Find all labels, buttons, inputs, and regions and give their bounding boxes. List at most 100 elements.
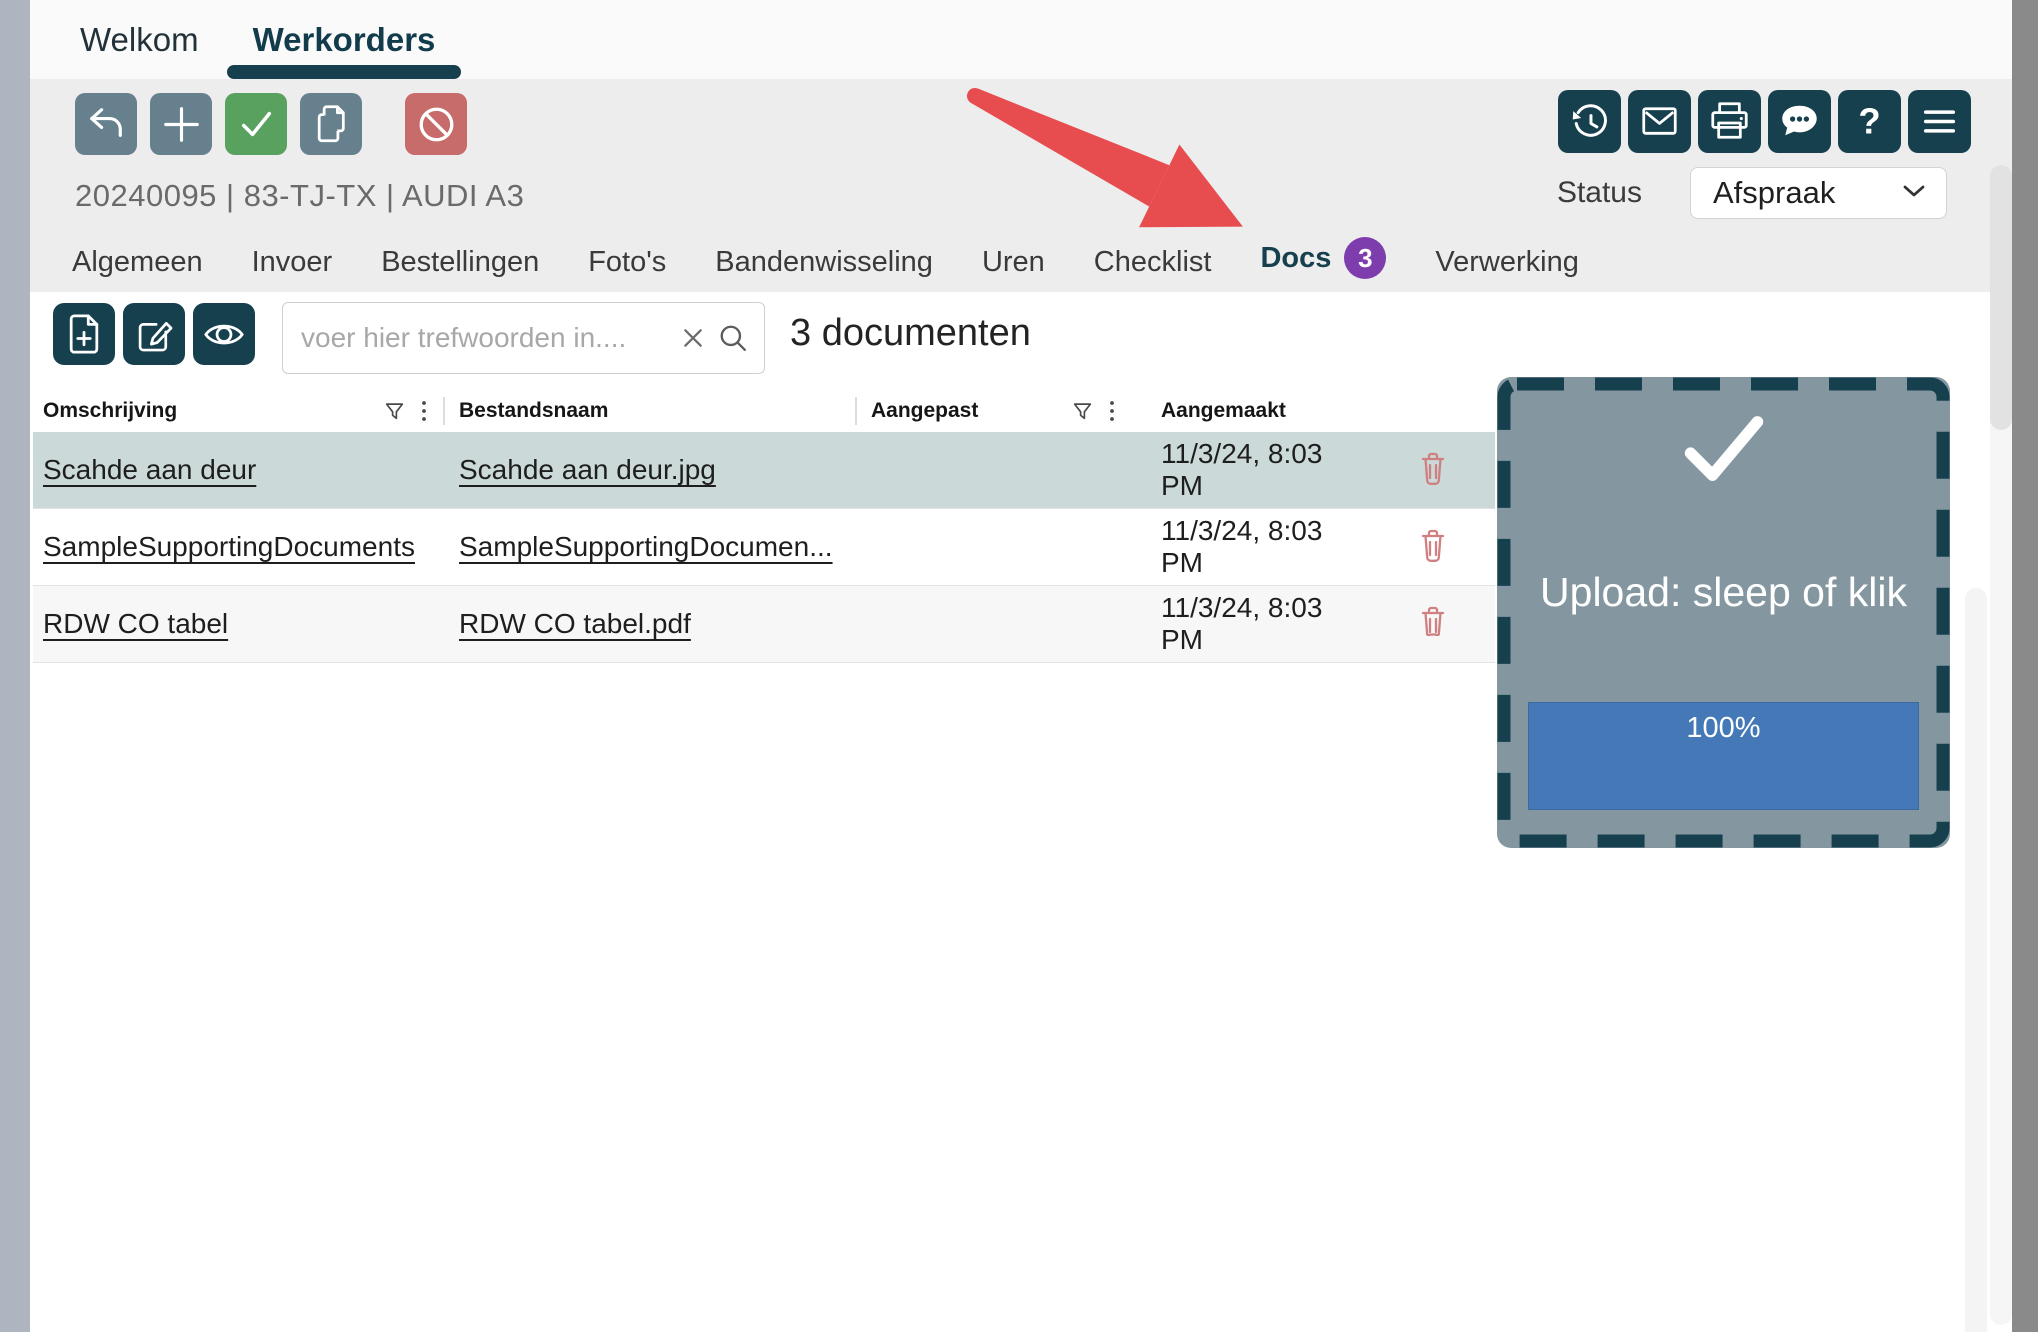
workorder-tab-bar: Algemeen Invoer Bestellingen Foto's Band… — [72, 237, 1579, 279]
menu-button[interactable] — [1908, 90, 1971, 153]
document-file-link[interactable]: RDW CO tabel.pdf — [459, 608, 691, 639]
undo-button[interactable] — [75, 93, 137, 155]
window-tab-welkom[interactable]: Welkom — [78, 21, 201, 59]
status-dropdown[interactable]: Afspraak — [1690, 167, 1947, 219]
status-value: Afspraak — [1713, 175, 1902, 211]
window-tab-label: Welkom — [80, 21, 199, 58]
filter-icon[interactable] — [1072, 401, 1093, 422]
document-file-link[interactable]: Scahde aan deur.jpg — [459, 454, 716, 485]
window-tab-bar: Welkom Werkorders — [30, 0, 2012, 79]
document-file-link[interactable]: SampleSupportingDocumen... — [459, 531, 833, 562]
desktop-right-edge — [2012, 0, 2038, 1332]
tab-checklist[interactable]: Checklist — [1094, 246, 1212, 279]
table-header-row: Omschrijving Bestandsnaam Aangepast — [33, 390, 1495, 432]
tab-label: Bestellingen — [381, 246, 539, 279]
status-label: Status — [1557, 176, 1642, 210]
tab-verwerking[interactable]: Verwerking — [1435, 246, 1578, 279]
upload-dropzone[interactable]: Upload: sleep of klik 100% — [1497, 377, 1950, 848]
upload-progress-value: 100% — [1529, 712, 1918, 745]
mail-button[interactable] — [1628, 90, 1691, 153]
status-row: Status Afspraak — [1557, 167, 1947, 219]
trash-icon — [1416, 630, 1450, 645]
tab-uren[interactable]: Uren — [982, 246, 1045, 279]
active-tab-underline — [227, 65, 462, 79]
copy-icon — [300, 93, 363, 156]
table-row[interactable]: Scahde aan deur Scahde aan deur.jpg 11/3… — [33, 432, 1495, 509]
history-button[interactable] — [1558, 90, 1621, 153]
docs-panel: 3 documenten Omschrijving Bestandsnaam A… — [30, 292, 2012, 1332]
window-tab-werkorders[interactable]: Werkorders — [251, 21, 438, 59]
search-icon[interactable] — [718, 323, 748, 353]
column-header-aangepast[interactable]: Aangepast — [855, 390, 1131, 432]
confirm-check-icon — [225, 93, 288, 156]
trash-icon — [1416, 553, 1450, 568]
tab-fotos[interactable]: Foto's — [588, 246, 666, 279]
edit-document-button[interactable] — [123, 303, 185, 365]
content-scrollbar[interactable] — [1965, 588, 1987, 1332]
confirm-button[interactable] — [225, 93, 287, 155]
tab-label: Invoer — [252, 246, 333, 279]
delete-document-button[interactable] — [1412, 446, 1454, 495]
trash-icon — [1416, 476, 1450, 491]
delete-document-button[interactable] — [1412, 523, 1454, 572]
column-header-omschrijving[interactable]: Omschrijving — [33, 390, 443, 432]
print-icon — [1698, 90, 1761, 153]
chat-icon — [1768, 90, 1831, 153]
chat-button[interactable] — [1768, 90, 1831, 153]
search-input[interactable] — [301, 322, 668, 354]
edit-icon — [123, 303, 185, 365]
table-row[interactable]: SampleSupportingDocuments SampleSupporti… — [33, 509, 1495, 586]
view-document-button[interactable] — [193, 303, 255, 365]
copy-button[interactable] — [300, 93, 362, 155]
desktop-left-edge — [0, 0, 30, 1332]
tab-label: Docs — [1260, 242, 1331, 275]
tab-bandenwisseling[interactable]: Bandenwisseling — [715, 246, 933, 279]
document-description-link[interactable]: RDW CO tabel — [43, 608, 228, 639]
help-button[interactable]: ? — [1838, 90, 1901, 153]
upload-label: Upload: sleep of klik — [1497, 569, 1950, 616]
column-menu-icon[interactable] — [421, 400, 427, 422]
tab-bestellingen[interactable]: Bestellingen — [381, 246, 539, 279]
document-description-link[interactable]: Scahde aan deur — [43, 454, 256, 485]
cancel-button[interactable] — [405, 93, 467, 155]
undo-icon — [75, 93, 138, 156]
chevron-down-icon — [1902, 184, 1926, 203]
new-document-button[interactable] — [53, 303, 115, 365]
cancel-icon — [405, 93, 468, 156]
tab-label: Checklist — [1094, 246, 1212, 279]
documents-table: Omschrijving Bestandsnaam Aangepast — [33, 390, 1495, 663]
add-button[interactable] — [150, 93, 212, 155]
filter-icon[interactable] — [384, 401, 405, 422]
docs-count-badge: 3 — [1344, 237, 1386, 279]
upload-success-check-icon — [1678, 409, 1770, 494]
column-menu-icon[interactable] — [1109, 400, 1115, 422]
workorder-toolbar — [75, 93, 467, 155]
delete-document-button[interactable] — [1412, 600, 1454, 649]
document-description-link[interactable]: SampleSupportingDocuments — [43, 531, 415, 562]
table-row[interactable]: RDW CO tabel RDW CO tabel.pdf 11/3/24, 8… — [33, 586, 1495, 663]
column-label: Aangemaakt — [1161, 399, 1286, 423]
clear-search-icon[interactable] — [682, 327, 704, 349]
docs-action-toolbar — [53, 303, 255, 365]
column-label: Aangepast — [871, 399, 978, 423]
add-icon — [150, 93, 213, 156]
mail-icon — [1628, 90, 1691, 153]
print-button[interactable] — [1698, 90, 1761, 153]
help-icon: ? — [1838, 90, 1901, 153]
history-icon — [1558, 90, 1621, 153]
docs-search-box — [282, 302, 765, 374]
tab-invoer[interactable]: Invoer — [252, 246, 333, 279]
column-header-actions — [1371, 390, 1495, 432]
view-icon — [193, 303, 255, 365]
menu-icon — [1908, 90, 1971, 153]
tab-docs[interactable]: Docs 3 — [1260, 237, 1386, 279]
tab-label: Foto's — [588, 246, 666, 279]
tab-algemeen[interactable]: Algemeen — [72, 246, 203, 279]
column-header-bestandsnaam[interactable]: Bestandsnaam — [443, 390, 855, 432]
app-window: Welkom Werkorders — [30, 0, 2012, 1332]
column-header-aangemaakt[interactable]: Aangemaakt — [1131, 390, 1371, 432]
created-date: 11/3/24, 8:03 PM — [1161, 592, 1322, 655]
workorder-header: ? 20240095 | 83-TJ-TX | AUDI A3 Status A… — [30, 79, 2012, 292]
created-date: 11/3/24, 8:03 PM — [1161, 515, 1322, 578]
window-scrollbar-thumb[interactable] — [1990, 165, 2012, 430]
